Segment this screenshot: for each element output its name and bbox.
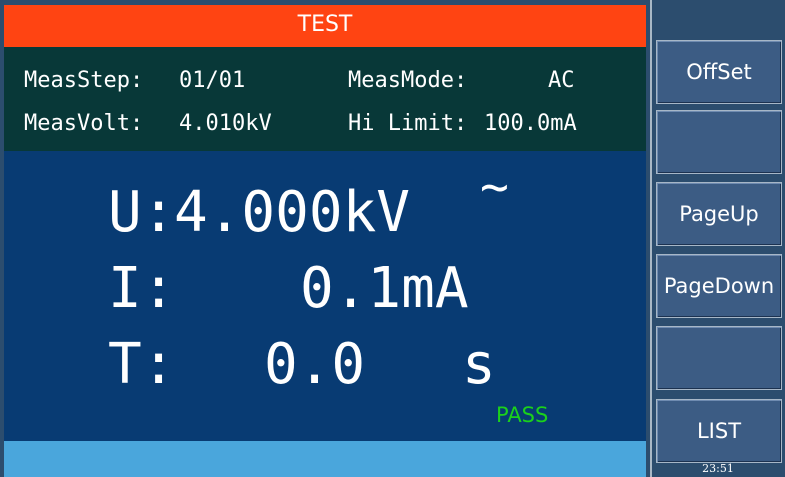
current-label: I: [108,256,176,321]
ac-wave-mark: ~ [480,159,509,215]
softkey-5-button[interactable] [656,326,782,390]
softkey-panel: OffSet PageUp PageDown LIST 23:51 [650,0,785,477]
meas-volt-value: 4.010kV [179,111,272,136]
measurement-settings-panel: MeasStep: 01/01 MeasMode: AC MeasVolt: 4… [4,47,646,151]
meas-step-label: MeasStep: [24,68,144,93]
meas-volt-label: MeasVolt: [24,111,144,136]
voltage-label: U: [108,180,176,245]
page-title: TEST [4,5,646,47]
clock: 23:51 [702,462,734,475]
status-bar [4,441,646,477]
page-down-button[interactable]: PageDown [656,254,782,318]
offset-button[interactable]: OffSet [656,40,782,104]
tester-screen: TEST MeasStep: 01/01 MeasMode: AC MeasVo… [0,0,785,477]
hi-limit-label: Hi Limit: [348,111,468,136]
list-button[interactable]: LIST [656,399,782,463]
hi-limit-value: 100.0mA [484,111,577,136]
result-status: PASS [496,403,549,427]
time-value: 0.0 [264,332,366,397]
meas-mode-value: AC [548,68,575,93]
meas-step-value: 01/01 [179,68,246,93]
current-value: 0.1mA [300,256,469,321]
time-label: T: [108,332,176,397]
voltage-value: 4.000kV [174,180,411,245]
page-up-button[interactable]: PageUp [656,182,782,246]
meas-mode-label: MeasMode: [348,68,468,93]
time-unit: s [462,332,496,397]
softkey-2-button[interactable] [656,110,782,174]
measurement-readout-panel: U: 4.000kV ~ I: 0.1mA T: 0.0 s PASS [4,151,646,441]
